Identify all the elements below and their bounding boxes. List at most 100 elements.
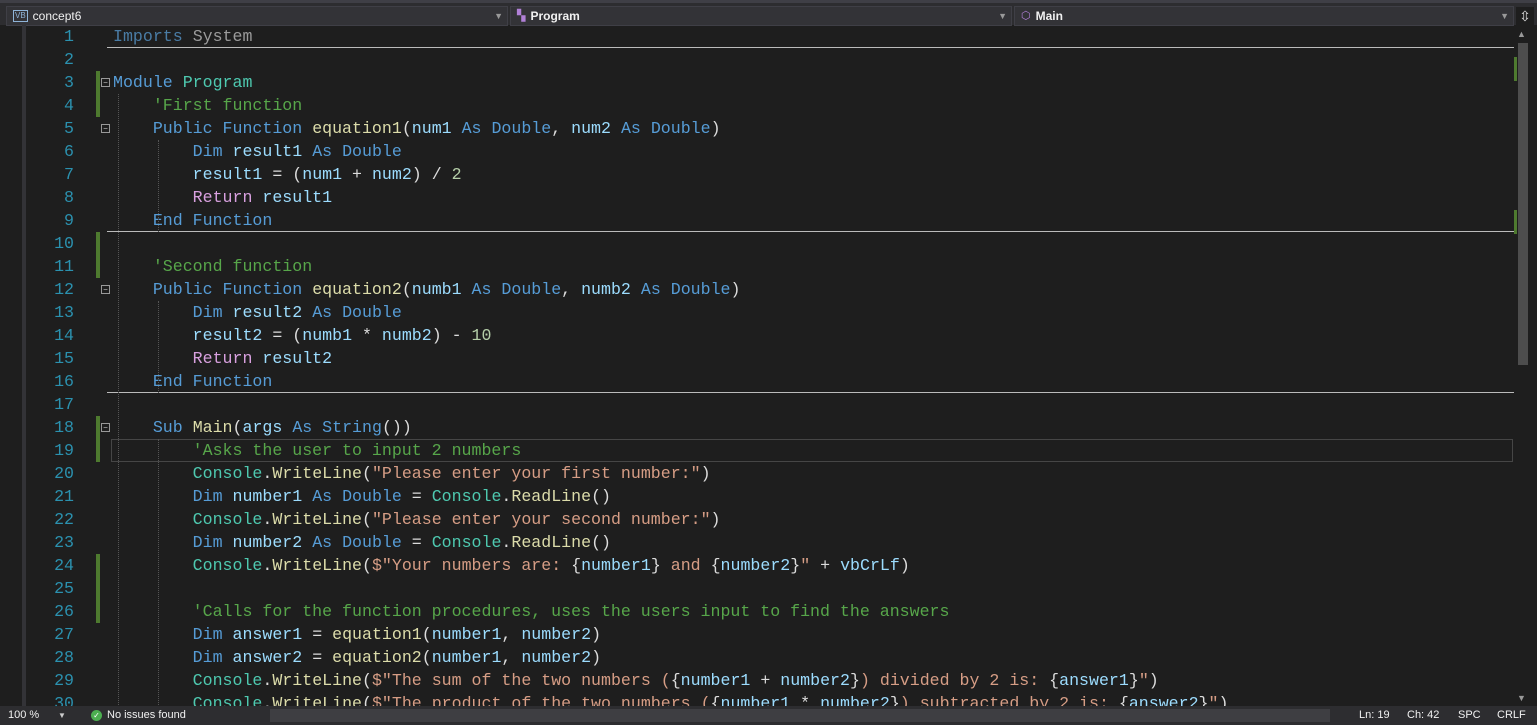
code-token: result1	[192, 165, 263, 184]
code-text: Module Program	[113, 71, 252, 94]
code-token: equation2	[332, 648, 422, 667]
change-marker	[1514, 57, 1517, 81]
code-editor[interactable]: 1 Imports System 2 3− Module Program 4 'First…	[26, 25, 1514, 706]
split-window-icon[interactable]: ⇳	[1516, 7, 1534, 25]
code-line[interactable]: 14 result2 = (numb1 * numb2) - 10	[26, 324, 1514, 347]
vb-icon: VB	[13, 10, 28, 22]
code-line[interactable]: 2	[26, 48, 1514, 71]
code-token: "	[800, 556, 811, 575]
code-token: Imports	[113, 27, 183, 46]
code-line[interactable]: 21 Dim number1 As Double = Console.ReadL…	[26, 485, 1514, 508]
code-token: 'Second function	[152, 257, 313, 276]
code-token: "	[1138, 671, 1149, 690]
code-token: Public Function	[152, 280, 303, 299]
collapse-icon[interactable]: −	[101, 78, 110, 87]
code-line[interactable]: 25	[26, 577, 1514, 600]
line-number: 7	[64, 165, 74, 184]
code-token: .	[262, 694, 273, 706]
code-line[interactable]: 16 End Function	[26, 370, 1514, 393]
member-dropdown[interactable]: ⬡ Main ▼	[1014, 6, 1514, 26]
collapse-icon[interactable]: −	[101, 423, 110, 432]
line-number: 21	[54, 487, 74, 506]
scrollbar-thumb[interactable]	[1518, 43, 1528, 365]
code-token: answer1	[1059, 671, 1129, 690]
code-token: End Function	[152, 211, 273, 230]
code-line[interactable]: 15 Return result2	[26, 347, 1514, 370]
code-token: Dim	[192, 625, 223, 644]
code-line[interactable]: 29 Console.WriteLine($"The sum of the tw…	[26, 669, 1514, 692]
code-line[interactable]: 27 Dim answer1 = equation1(number1, numb…	[26, 623, 1514, 646]
code-line[interactable]: 23 Dim number2 As Double = Console.ReadL…	[26, 531, 1514, 554]
code-token: 2	[451, 165, 462, 184]
code-token: (	[401, 280, 412, 299]
code-token: "Please enter your first number:"	[371, 464, 701, 483]
class-dropdown[interactable]: ▚ Program ▼	[510, 6, 1012, 26]
code-token: (	[401, 119, 412, 138]
code-token: numb1	[411, 280, 462, 299]
code-line[interactable]: 10	[26, 232, 1514, 255]
code-line[interactable]: 26 'Calls for the function procedures, u…	[26, 600, 1514, 623]
code-line[interactable]: 7 result1 = (num1 + num2) / 2	[26, 163, 1514, 186]
code-token: }	[650, 556, 661, 575]
code-line[interactable]: 3 − Module Program	[26, 71, 1514, 94]
code-token: (	[361, 671, 372, 690]
code-text: 'Asks the user to input 2 numbers	[113, 439, 522, 462]
code-token: WriteLine	[272, 510, 362, 529]
code-line[interactable]: 1 Imports System	[26, 25, 1514, 48]
code-line[interactable]: 4 'First function	[26, 94, 1514, 117]
project-dropdown[interactable]: VB concept6 ▼	[6, 6, 508, 26]
code-token: }	[1198, 694, 1209, 706]
code-token: )	[730, 280, 741, 299]
line-number: 24	[54, 556, 74, 575]
horizontal-scrollbar[interactable]	[270, 709, 1330, 722]
code-line[interactable]: 17	[26, 393, 1514, 416]
code-token: =	[401, 487, 432, 506]
collapse-icon[interactable]: −	[101, 124, 110, 133]
code-line[interactable]: 11 'Second function	[26, 255, 1514, 278]
code-line[interactable]: 8 Return result1	[26, 186, 1514, 209]
indent-mode[interactable]: SPC	[1458, 706, 1481, 725]
line-number: Ln: 19	[1359, 709, 1390, 721]
line-number: 5	[64, 119, 74, 138]
code-line[interactable]: 9 End Function	[26, 209, 1514, 232]
code-line[interactable]: 12 − Public Function equation2(numb1 As D…	[26, 278, 1514, 301]
code-line[interactable]: 28 Dim answer2 = equation2(number1, numb…	[26, 646, 1514, 669]
code-line[interactable]: 30 Console.WriteLine($"The product of th…	[26, 692, 1514, 706]
vertical-scrollbar[interactable]: ▲ ▼	[1514, 25, 1530, 706]
code-token: )	[700, 464, 711, 483]
issues-status[interactable]: No issues found	[107, 706, 186, 725]
code-line[interactable]: 18 − Sub Main(args As String())	[26, 416, 1514, 439]
code-line[interactable]: 6 Dim result1 As Double	[26, 140, 1514, 163]
change-indicator	[96, 255, 100, 278]
code-line[interactable]: 20 Console.WriteLine("Please enter your …	[26, 462, 1514, 485]
line-number: 30	[54, 694, 74, 706]
column-number: Ch: 42	[1407, 709, 1440, 721]
code-token: As Double	[312, 487, 402, 506]
line-number: 10	[54, 234, 74, 253]
code-token: WriteLine	[272, 694, 362, 706]
code-line[interactable]: 22 Console.WriteLine("Please enter your …	[26, 508, 1514, 531]
chevron-down-icon[interactable]: ▼	[58, 706, 66, 725]
code-token: and	[660, 556, 711, 575]
code-line[interactable]: 5 − Public Function equation1(num1 As Dou…	[26, 117, 1514, 140]
zoom-level[interactable]: 100 %	[8, 706, 39, 725]
code-line[interactable]: 24 Console.WriteLine($"Your numbers are:…	[26, 554, 1514, 577]
collapse-icon[interactable]: −	[101, 285, 110, 294]
scroll-down-icon[interactable]: ▼	[1517, 693, 1526, 703]
indent-guide	[158, 140, 159, 232]
line-ending[interactable]: CRLF	[1497, 706, 1526, 725]
code-token: Program	[182, 73, 253, 92]
code-line[interactable]: 13 Dim result2 As Double	[26, 301, 1514, 324]
code-line[interactable]: 19 'Asks the user to input 2 numbers	[26, 439, 1514, 462]
code-token: Console	[192, 464, 263, 483]
scroll-up-icon[interactable]: ▲	[1517, 29, 1526, 39]
code-token: As Double	[312, 533, 402, 552]
